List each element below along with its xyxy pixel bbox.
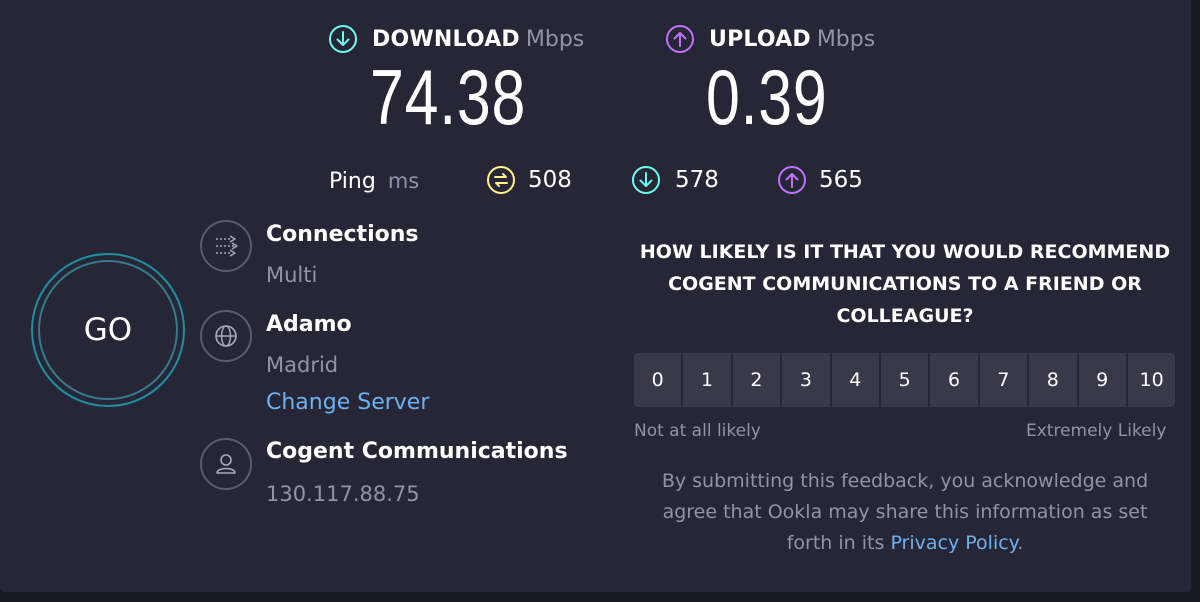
rating-option-4[interactable]: 4 [831,353,879,407]
go-button[interactable]: GO [31,253,185,407]
connections-title: Connections [266,222,419,247]
ping-idle-icon [487,166,515,194]
connections-icon [200,220,252,272]
rating-option-6[interactable]: 6 [930,353,978,407]
ping-upload-value: 565 [819,167,863,193]
rating-option-5[interactable]: 5 [880,353,929,407]
download-label: DOWNLOAD [372,26,520,52]
rating-option-9[interactable]: 9 [1078,353,1126,407]
globe-icon [200,310,252,362]
ping-upload-icon [778,166,806,194]
rating-option-10[interactable]: 10 [1127,353,1176,407]
ping-download: 578 [631,165,719,195]
ping-download-icon [632,166,660,194]
download-header: DOWNLOAD Mbps [328,24,584,54]
download-arrow-icon [329,25,357,53]
user-icon [200,438,252,490]
speedtest-result-panel: DOWNLOAD Mbps 74.38 UPLOAD Mbps 0.39 Pin… [0,0,1191,592]
rating-option-0[interactable]: 0 [634,353,682,407]
upload-header: UPLOAD Mbps [665,24,875,54]
change-server-link[interactable]: Change Server [266,390,429,415]
rating-high-hint: Extremely Likely [1026,421,1167,441]
rating-option-8[interactable]: 8 [1029,353,1077,407]
go-button-label: GO [83,312,133,348]
ping-label: Ping [329,168,376,194]
disclaimer-end: . [1017,532,1024,554]
upload-value: 0.39 [706,53,828,141]
connections-value: Multi [266,263,318,287]
server-title: Adamo [266,312,352,337]
feedback-disclaimer: By submitting this feedback, you acknowl… [640,466,1170,559]
rating-low-hint: Not at all likely [634,421,761,441]
survey-question: HOW LIKELY IS IT THAT YOU WOULD RECOMMEN… [639,241,1171,327]
provider-ip: 130.117.88.75 [266,482,420,506]
provider-title: Cogent Communications [266,439,568,464]
upload-arrow-icon [666,25,694,53]
download-unit: Mbps [525,26,585,52]
rating-option-1[interactable]: 1 [683,353,731,407]
ping-idle-value: 508 [528,167,572,193]
rating-option-2[interactable]: 2 [732,353,781,407]
rating-scale: 0 1 2 3 4 5 6 7 8 9 10 [634,353,1176,407]
download-value: 74.38 [370,53,527,141]
ping-upload: 565 [777,165,863,195]
rating-option-7[interactable]: 7 [979,353,1028,407]
privacy-policy-link[interactable]: Privacy Policy [890,532,1017,554]
server-location: Madrid [266,353,339,377]
upload-unit: Mbps [816,26,876,52]
ping-idle: 508 [486,165,572,195]
upload-label: UPLOAD [709,26,811,52]
ping-download-value: 578 [675,167,719,193]
ping-unit: ms [387,169,420,193]
rating-option-3[interactable]: 3 [782,353,830,407]
ping-row: Ping ms [329,166,419,196]
